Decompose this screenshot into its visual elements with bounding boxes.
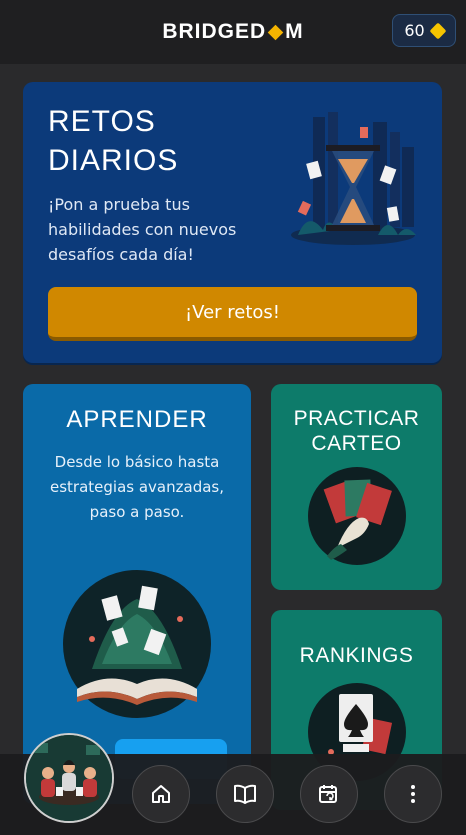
daily-challenges-description: ¡Pon a prueba tus habilidades con nuevos… bbox=[48, 195, 237, 264]
top-bar: BRIDGED M 60 bbox=[0, 0, 466, 64]
practice-play-title: PRACTICAR CARTEO bbox=[293, 407, 420, 455]
app-logo: BRIDGED M bbox=[162, 20, 303, 44]
nav-home-button[interactable] bbox=[132, 765, 190, 823]
daily-challenges-title: RETOS DIARIOS bbox=[48, 105, 179, 177]
practice-play-card[interactable]: PRACTICAR CARTEO bbox=[271, 384, 442, 590]
rankings-title: RANKINGS bbox=[299, 644, 414, 667]
home-icon bbox=[152, 785, 170, 803]
avatar[interactable] bbox=[24, 733, 114, 823]
view-challenges-button[interactable]: ¡Ver retos! bbox=[48, 287, 417, 341]
more-vertical-icon bbox=[411, 785, 415, 803]
nav-more-button[interactable] bbox=[384, 765, 442, 823]
learn-title: APRENDER bbox=[66, 406, 208, 433]
nav-challenges-button[interactable] bbox=[300, 765, 358, 823]
logo-text-left: BRIDGED bbox=[162, 20, 267, 43]
hourglass-cards-icon bbox=[291, 112, 416, 245]
calendar-refresh-icon bbox=[319, 785, 337, 803]
daily-challenges-card[interactable]: RETOS DIARIOS ¡Pon a prueba tus habilida… bbox=[23, 82, 442, 363]
logo-text-right: M bbox=[285, 20, 304, 43]
nav-learn-button[interactable] bbox=[216, 765, 274, 823]
hand-cards-icon bbox=[308, 467, 406, 565]
coin-balance[interactable]: 60 bbox=[392, 14, 456, 47]
learn-description: Desde lo básico hasta estrategias avanza… bbox=[50, 453, 224, 521]
book-icon bbox=[234, 784, 256, 804]
coin-icon bbox=[429, 22, 447, 39]
players-table-icon bbox=[26, 735, 112, 821]
logo-diamond-icon bbox=[267, 24, 284, 40]
open-book-cards-icon bbox=[63, 570, 211, 718]
coin-count: 60 bbox=[404, 21, 425, 40]
